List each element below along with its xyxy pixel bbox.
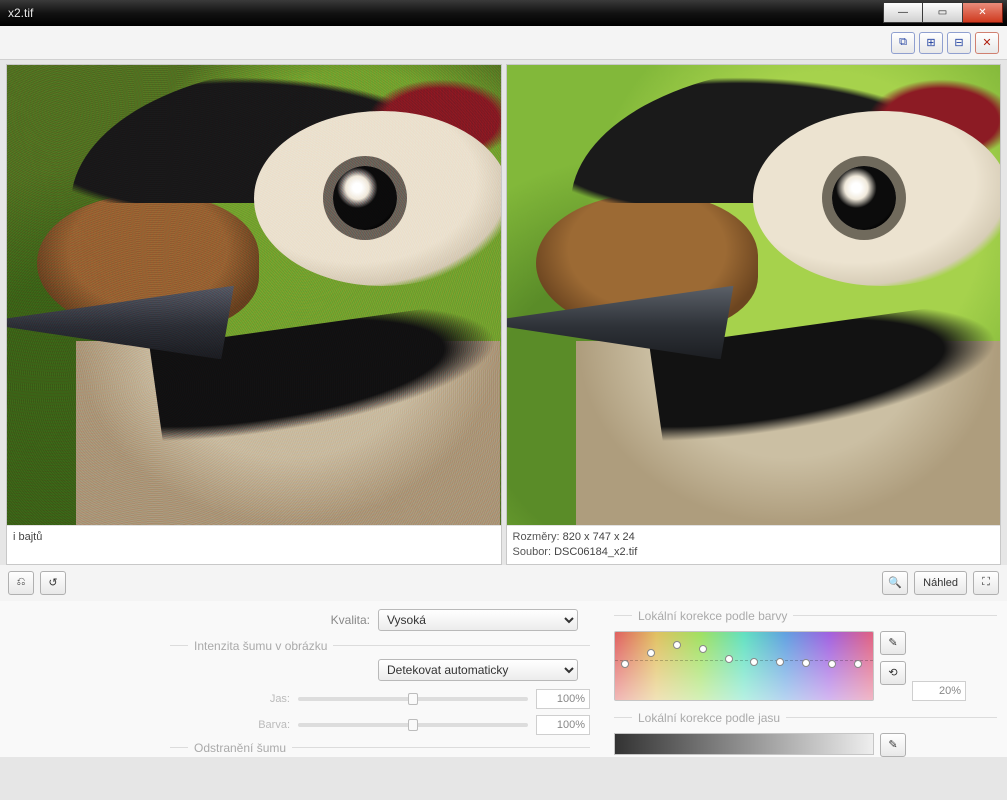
original-bytes-label: i bajtů: [13, 531, 42, 543]
window-title: x2.tif: [8, 6, 33, 20]
view-mode-1-button[interactable]: ⧉: [891, 32, 915, 54]
preview-button-label: Náhled: [923, 577, 958, 589]
dim-label: Rozměry:: [513, 531, 560, 543]
result-image[interactable]: [507, 65, 1001, 525]
hue-value[interactable]: 20%: [912, 681, 966, 701]
lum-picker-button[interactable]: ✎: [880, 733, 906, 757]
quality-select[interactable]: Vysoká: [378, 609, 578, 631]
original-pane: i bajtů: [6, 64, 502, 565]
maximize-button[interactable]: ▭: [923, 3, 963, 23]
window-controls: — ▭ ✕: [883, 3, 1003, 23]
hue-correction-curve[interactable]: [614, 631, 874, 701]
window-titlebar: x2.tif — ▭ ✕: [0, 0, 1007, 26]
luminance-gradient[interactable]: [614, 733, 874, 755]
undo-button[interactable]: ⎌: [8, 571, 34, 595]
file-value: DSC06184_x2.tif: [554, 546, 637, 558]
fullscreen-button[interactable]: ⛶: [973, 571, 999, 595]
color-noise-label: Barva:: [170, 719, 290, 731]
noise-mode-select[interactable]: Detekovat automaticky: [378, 659, 578, 681]
brightness-noise-label: Jas:: [170, 693, 290, 705]
redo-button[interactable]: ↺: [40, 571, 66, 595]
hue-section-label: Lokální korekce podle barvy: [614, 609, 997, 623]
noise-section-label: Intenzita šumu v obrázku: [170, 639, 590, 653]
preview-toolbar: ⎌ ↺ 🔍 Náhled ⛶: [0, 565, 1007, 601]
denoise-section-label: Odstranění šumu: [170, 741, 590, 755]
quality-label: Kvalita:: [170, 613, 370, 627]
lum-section-label: Lokální korekce podle jasu: [614, 711, 997, 725]
color-noise-slider[interactable]: [298, 723, 528, 727]
view-mode-3-button[interactable]: ⊟: [947, 32, 971, 54]
brightness-noise-slider[interactable]: [298, 697, 528, 701]
minimize-button[interactable]: —: [883, 3, 923, 23]
dim-value: 820 x 747 x 24: [563, 531, 635, 543]
view-toolbar: ⧉ ⊞ ⊟ ✕: [0, 26, 1007, 60]
settings-right-column: Lokální korekce podle barvy: [614, 609, 997, 757]
close-button[interactable]: ✕: [963, 3, 1003, 23]
picker-icon: ✎: [888, 738, 897, 751]
result-meta: Rozměry: 820 x 747 x 24 Soubor: DSC06184…: [507, 525, 1001, 564]
compare-area: i bajtů Rozměry: 820 x 747 x 24 Sou: [0, 60, 1007, 565]
view-mode-2-button[interactable]: ⊞: [919, 32, 943, 54]
result-pane: Rozměry: 820 x 747 x 24 Soubor: DSC06184…: [506, 64, 1002, 565]
preview-button[interactable]: Náhled: [914, 571, 967, 595]
picker-icon: ✎: [888, 636, 897, 649]
settings-left-column: Kvalita: Vysoká Intenzita šumu v obrázku…: [170, 609, 590, 755]
view-close-button[interactable]: ✕: [975, 32, 999, 54]
reset-icon: ⟲: [888, 666, 897, 679]
brightness-noise-value[interactable]: 100%: [536, 689, 590, 709]
settings-panel: Kvalita: Vysoká Intenzita šumu v obrázku…: [0, 601, 1007, 757]
hue-reset-button[interactable]: ⟲: [880, 661, 906, 685]
original-image[interactable]: [7, 65, 501, 525]
file-label: Soubor:: [513, 546, 552, 558]
hue-picker-button[interactable]: ✎: [880, 631, 906, 655]
zoom-fit-button[interactable]: 🔍: [882, 571, 908, 595]
color-noise-value[interactable]: 100%: [536, 715, 590, 735]
original-meta: i bajtů: [7, 525, 501, 561]
